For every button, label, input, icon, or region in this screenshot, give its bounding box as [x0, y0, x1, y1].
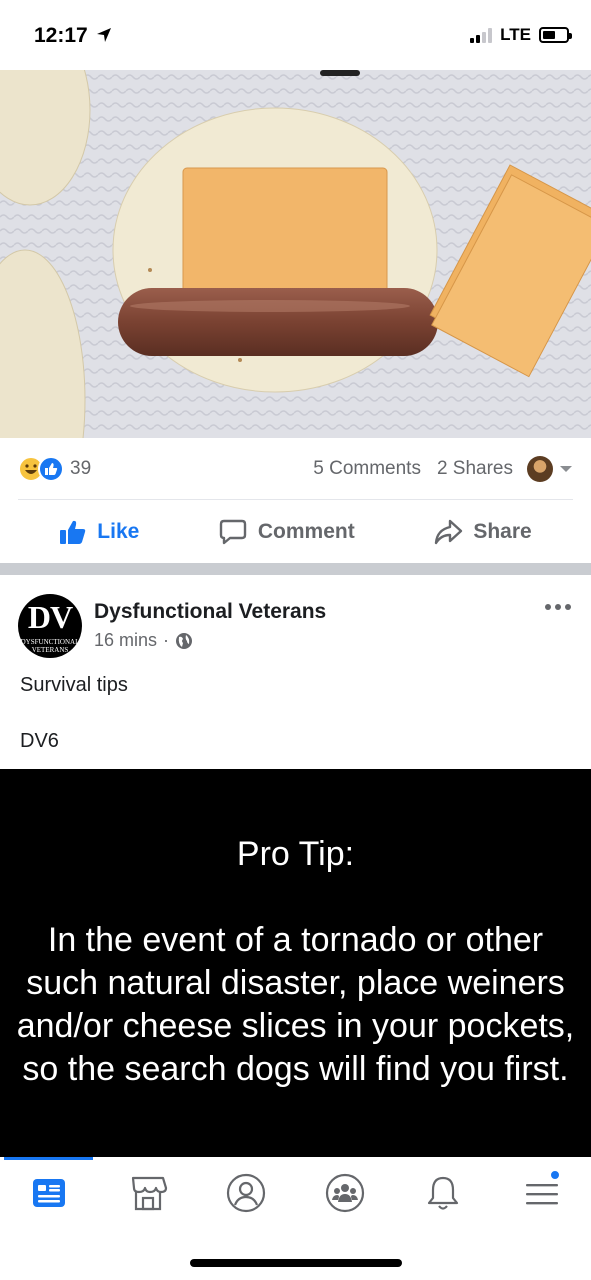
avatar[interactable] — [527, 455, 553, 482]
globe-icon — [176, 632, 193, 649]
battery-icon — [539, 27, 572, 43]
tab-news-feed[interactable] — [0, 1157, 99, 1229]
avatar-logo-subtext: DYSFUNCTIONAL VETERANS — [20, 638, 80, 654]
news-feed-icon — [33, 1179, 66, 1207]
tab-groups[interactable] — [296, 1157, 395, 1229]
comment-icon — [219, 519, 247, 545]
chevron-down-icon[interactable] — [559, 464, 573, 474]
post-photo[interactable] — [0, 70, 591, 438]
more-options-icon[interactable] — [545, 604, 571, 610]
network-type: LTE — [500, 25, 531, 44]
post-header: DV DYSFUNCTIONAL VETERANS Dysfunctional … — [18, 590, 573, 662]
share-label: Share — [473, 520, 532, 543]
page-name[interactable]: Dysfunctional Veterans — [94, 600, 326, 624]
post-time[interactable]: 16 mins — [94, 630, 157, 651]
like-icon — [38, 455, 64, 482]
feed-divider — [0, 563, 591, 575]
shares-count[interactable]: 2 Shares — [437, 458, 513, 480]
image-title: Pro Tip: — [236, 835, 355, 873]
signal-icon — [470, 27, 493, 43]
like-label: Like — [97, 520, 140, 543]
tab-notifications[interactable] — [394, 1157, 493, 1229]
avatar-logo-text: DV — [27, 599, 73, 635]
avatar[interactable]: DV DYSFUNCTIONAL VETERANS — [18, 594, 82, 658]
status-bar: 12:17 LTE — [0, 0, 591, 70]
profile-icon — [227, 1173, 266, 1213]
reactions-summary: 39 5 Comments 2 Shares — [18, 438, 573, 500]
post-actions: Like Comment Share — [0, 501, 591, 563]
post-text-line: Survival tips — [20, 674, 128, 696]
meta-separator: · — [163, 630, 170, 650]
like-button[interactable]: Like — [59, 519, 139, 545]
image-caption: In the event of a tornado or other such … — [16, 921, 575, 1088]
comments-count[interactable]: 5 Comments — [313, 458, 421, 480]
bell-icon — [428, 1176, 459, 1210]
tab-marketplace[interactable] — [99, 1157, 198, 1229]
status-time: 12:17 — [34, 24, 112, 48]
groups-icon — [325, 1173, 364, 1213]
post-meta: 16 mins · — [94, 630, 193, 651]
status-indicators: LTE — [470, 25, 572, 45]
thumbs-up-icon — [60, 520, 86, 544]
post-image[interactable]: Pro Tip: In the event of a tornado or ot… — [0, 769, 591, 1157]
location-arrow-icon — [96, 28, 111, 42]
menu-icon — [525, 1184, 558, 1205]
home-indicator[interactable] — [190, 1259, 402, 1267]
post-text: Survival tips DV6 — [20, 671, 128, 783]
comment-button[interactable]: Comment — [218, 518, 355, 546]
tab-menu[interactable] — [493, 1157, 591, 1229]
comment-label: Comment — [257, 520, 355, 543]
share-button[interactable]: Share — [433, 518, 532, 546]
reaction-icons[interactable] — [18, 455, 64, 482]
reaction-count[interactable]: 39 — [70, 458, 91, 480]
share-arrow-icon — [435, 519, 463, 545]
notification-dot — [548, 1169, 561, 1181]
marketplace-icon — [131, 1176, 167, 1211]
tab-profile[interactable] — [197, 1157, 296, 1229]
post-text-line: DV6 — [20, 730, 59, 752]
bottom-tab-bar — [0, 1157, 591, 1229]
